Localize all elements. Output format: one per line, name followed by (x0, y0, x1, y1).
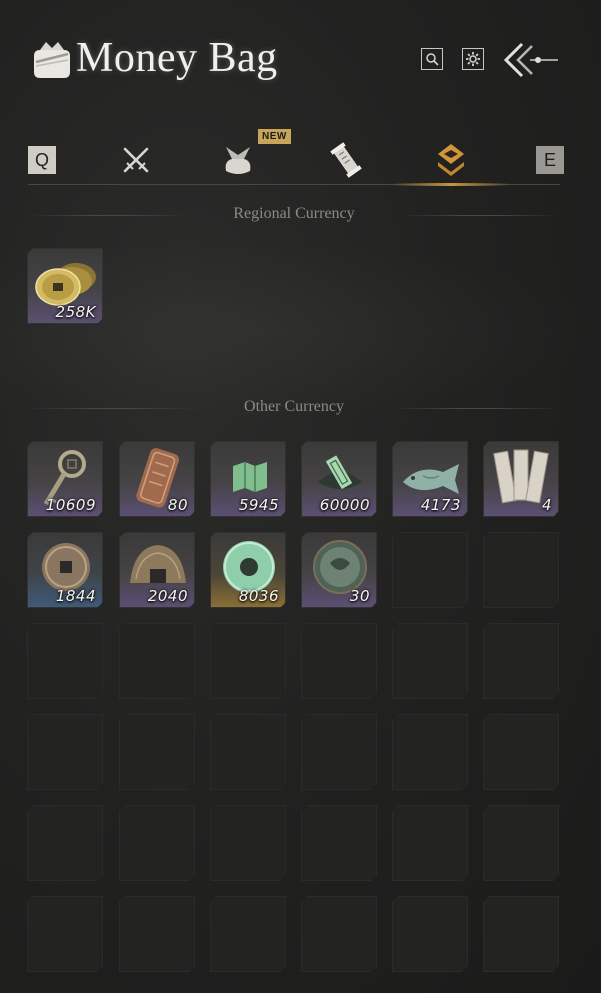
currency-slot[interactable]: 60000 (301, 441, 377, 517)
tab-currency[interactable] (431, 140, 471, 180)
empty-slot (119, 896, 195, 972)
item-count: 258K (55, 303, 96, 321)
empty-slot (483, 532, 559, 608)
currency-slot[interactable]: 258K (27, 248, 103, 324)
page-title: Money Bag (76, 35, 278, 81)
currency-slot[interactable]: 10609 (27, 441, 103, 517)
item-count: 80 (167, 496, 188, 514)
empty-slot (483, 623, 559, 699)
item-count: 4173 (420, 496, 461, 514)
empty-slot (301, 623, 377, 699)
currency-slot[interactable]: 5945 (210, 441, 286, 517)
tab-bundle[interactable] (218, 140, 258, 180)
empty-slot (27, 805, 103, 881)
item-count: 5945 (238, 496, 279, 514)
currency-slot[interactable]: 30 (301, 532, 377, 608)
empty-slot (392, 896, 468, 972)
item-count: 60000 (319, 496, 370, 514)
empty-slot (210, 805, 286, 881)
scroll-icon (330, 142, 362, 178)
currency-chevron-icon (438, 144, 464, 176)
empty-slot (210, 623, 286, 699)
settings-button[interactable] (462, 48, 484, 70)
item-count: 30 (349, 587, 370, 605)
empty-slot (27, 896, 103, 972)
item-count: 4 (541, 496, 552, 514)
search-icon (426, 53, 439, 66)
item-count: 10609 (45, 496, 96, 514)
currency-slot[interactable]: 1844 (27, 532, 103, 608)
empty-slot (210, 714, 286, 790)
active-tab-indicator (392, 183, 510, 186)
empty-slot (301, 714, 377, 790)
empty-slot (301, 896, 377, 972)
empty-slot (119, 714, 195, 790)
search-button[interactable] (421, 48, 443, 70)
tab-equipment[interactable] (116, 140, 156, 180)
empty-slot (27, 623, 103, 699)
item-count: 2040 (147, 587, 188, 605)
other-currency-label: Other Currency (244, 398, 344, 415)
bundle-bag-icon (225, 147, 251, 174)
currency-slot[interactable]: 80 (119, 441, 195, 517)
header: Money Bag (0, 0, 601, 120)
empty-slot (119, 623, 195, 699)
settings-gear-icon (466, 52, 480, 66)
prev-tab-key[interactable]: Q (28, 146, 56, 174)
empty-slot (27, 714, 103, 790)
empty-slot (119, 805, 195, 881)
currency-slot[interactable]: 2040 (119, 532, 195, 608)
currency-slot[interactable]: 4173 (392, 441, 468, 517)
empty-slot (392, 805, 468, 881)
empty-slot (301, 805, 377, 881)
back-arrows-icon[interactable] (502, 40, 560, 80)
empty-slot (392, 714, 468, 790)
empty-slot (483, 714, 559, 790)
currency-slot[interactable]: 8036 (210, 532, 286, 608)
empty-slot (210, 896, 286, 972)
empty-slot (483, 896, 559, 972)
item-count: 8036 (238, 587, 279, 605)
new-badge: NEW (258, 129, 291, 144)
item-count: 1844 (55, 587, 96, 605)
empty-slot (483, 805, 559, 881)
currency-slot[interactable]: 4 (483, 441, 559, 517)
crossed-swords-icon (123, 147, 149, 173)
other-currency-header: Other Currency (28, 398, 560, 418)
money-bag-icon (34, 42, 70, 78)
empty-slot (392, 532, 468, 608)
regional-currency-label: Regional Currency (233, 205, 355, 222)
tab-scrolls[interactable] (326, 140, 366, 180)
regional-currency-header: Regional Currency (28, 205, 560, 225)
empty-slot (392, 623, 468, 699)
next-tab-key[interactable]: E (536, 146, 564, 174)
